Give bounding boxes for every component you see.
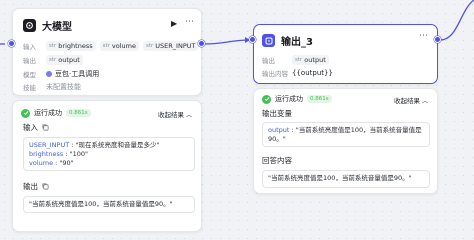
reply-text-box: "当前系统亮度值是100，当前系统音量值是90。" xyxy=(262,170,430,188)
model-value: 豆包·工具调用 xyxy=(55,70,100,78)
json-line: USER_INPUT : "现在系统亮度和音量是多少" xyxy=(29,141,160,149)
reply-section-title: 回答内容 xyxy=(262,156,292,165)
collapse-result-button[interactable]: 收起结果 ︿ xyxy=(158,109,192,119)
json-line: volume : "90" xyxy=(29,159,74,167)
status-text: 运行成功 xyxy=(34,109,62,117)
success-check-icon xyxy=(262,94,271,104)
time-badge: 0.861s xyxy=(307,95,332,103)
output-var-box: output : "当前系统亮度值是100，当前系统音量值是90。" xyxy=(262,122,430,147)
output-text-box: "当前系统亮度值是100，当前系统音量值是90。" xyxy=(23,196,195,213)
success-check-icon xyxy=(21,108,30,118)
output-param-chip: str output xyxy=(46,55,83,65)
collapse-result-button[interactable]: 收起结果 ︿ xyxy=(394,95,428,105)
llm-model-icon xyxy=(23,19,36,32)
output-content-row: 输出内容 {{output}} xyxy=(262,69,333,78)
llm-skill-row: 技能 未配置技能 xyxy=(23,83,81,92)
output-node-title: 输出_3 xyxy=(281,37,313,48)
content-value: {{output}} xyxy=(292,69,333,77)
output-node-icon xyxy=(262,34,275,47)
status-text: 运行成功 xyxy=(275,95,303,103)
copy-icon[interactable] xyxy=(42,183,49,190)
output-node-card[interactable]: 输出_3 ⋯ 输出 str output 输出内容 {{output}} xyxy=(253,24,438,84)
llm-result-panel: 运行成功 0.861s 收起结果 ︿ 输入 USER_INPUT : "现在系统… xyxy=(12,100,202,232)
output-node-input-port[interactable] xyxy=(249,36,256,43)
llm-input-row: 输入 str brightness str volume str USER_INPUT xyxy=(23,41,202,51)
run-status: 运行成功 0.861s xyxy=(262,94,332,104)
doubao-model-icon xyxy=(46,71,52,77)
input-section-title: 输入 xyxy=(23,122,49,133)
json-line: brightness : "100" xyxy=(29,150,89,158)
output-node-output-port[interactable] xyxy=(434,36,441,43)
input-param-chip: str brightness xyxy=(46,41,96,51)
skill-value: 未配置技能 xyxy=(46,83,81,91)
output-var-row: 输出 str output xyxy=(262,55,333,65)
llm-model-row: 模型 豆包·工具调用 xyxy=(23,70,100,79)
output-section-title: 输出 xyxy=(23,181,49,192)
llm-output-row: 输出 str output xyxy=(23,55,87,65)
time-badge: 0.861s xyxy=(66,109,91,117)
output-result-panel: 运行成功 0.861s 收起结果 ︿ 输出变量 output : "当前系统亮度… xyxy=(253,88,438,194)
copy-icon[interactable] xyxy=(42,124,49,131)
input-param-chip: str USER_INPUT xyxy=(142,41,199,51)
llm-node-card[interactable]: 大模型 ▶ ⋯ 输入 str brightness str volume str US… xyxy=(12,8,202,96)
llm-node-header: 大模型 xyxy=(23,18,72,33)
input-param-chip: str volume xyxy=(99,41,139,51)
more-options-icon[interactable]: ⋯ xyxy=(419,31,428,41)
more-options-icon[interactable]: ⋯ xyxy=(185,17,194,27)
llm-input-port[interactable] xyxy=(8,40,15,47)
input-json-box: USER_INPUT : "现在系统亮度和音量是多少" brightness :… xyxy=(23,137,195,171)
llm-node-title: 大模型 xyxy=(42,22,72,33)
chevron-up-icon: ︿ xyxy=(422,97,429,105)
output-var-section-title: 输出变量 xyxy=(262,109,292,118)
output-param-chip: str output xyxy=(292,55,329,65)
llm-output-port[interactable] xyxy=(198,40,205,47)
run-node-button[interactable]: ▶ xyxy=(171,19,177,28)
run-status: 运行成功 0.861s xyxy=(21,108,91,118)
chevron-up-icon: ︿ xyxy=(186,111,193,119)
output-node-header: 输出_3 xyxy=(262,33,313,48)
